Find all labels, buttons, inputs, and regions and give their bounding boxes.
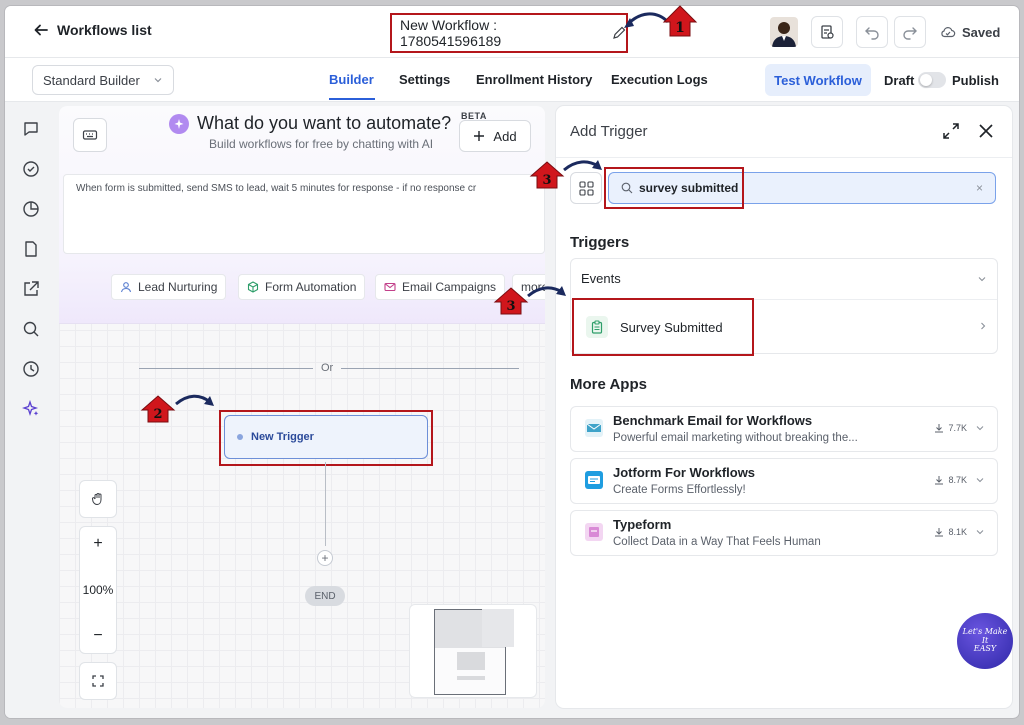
annotation-number-3b: 3 [506, 299, 515, 314]
annotation-number-1: 1 [675, 20, 685, 36]
annotation-arrow-3a [563, 160, 599, 172]
annotation-arrow-1 [626, 12, 670, 26]
annotation-arrow-3b [527, 286, 563, 298]
annotation-number-3a: 3 [542, 173, 551, 188]
annotation-layer: 1 2 3 3 [140, 5, 698, 423]
annotation-number-2: 2 [153, 407, 162, 422]
